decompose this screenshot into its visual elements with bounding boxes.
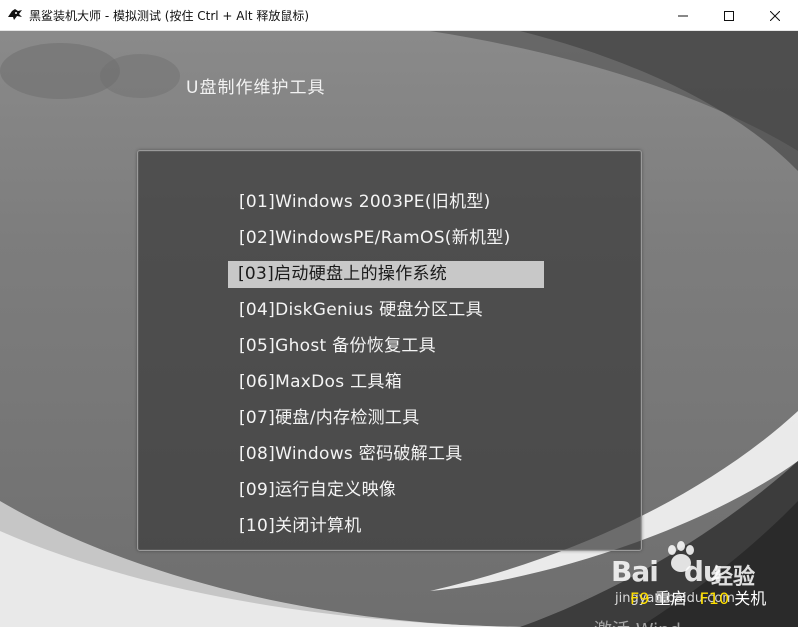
vm-window: 黑鲨装机大师 - 模拟测试 (按住 Ctrl + Alt 释放鼠标) U盘制作维… [0, 0, 798, 627]
boot-menu-item[interactable]: [05]Ghost 备份恢复工具 [229, 333, 545, 360]
boot-menu-item[interactable]: [01]Windows 2003PE(旧机型) [229, 189, 545, 216]
boot-menu-item[interactable]: [03]启动硬盘上的操作系统 [228, 261, 544, 288]
boot-menu-item[interactable]: [08]Windows 密码破解工具 [229, 441, 545, 468]
boot-menu-item[interactable]: [09]运行自定义映像 [229, 477, 545, 504]
boot-menu-item[interactable]: [04]DiskGenius 硬盘分区工具 [229, 297, 545, 324]
title-bar[interactable]: 黑鲨装机大师 - 模拟测试 (按住 Ctrl + Alt 释放鼠标) [0, 0, 798, 31]
minimize-button[interactable] [660, 0, 706, 31]
minimize-icon [678, 6, 688, 25]
boot-menu-item[interactable]: [06]MaxDos 工具箱 [229, 369, 545, 396]
hotkey-f9: F9 [630, 589, 650, 608]
close-button[interactable] [752, 0, 798, 31]
window-controls [660, 0, 798, 31]
footer-hotkeys: F9 重启 F10 关机 [630, 585, 766, 609]
activate-windows-text: 激活 Wind [594, 616, 681, 627]
tool-title: U盘制作维护工具 [186, 78, 326, 98]
boot-screen[interactable]: U盘制作维护工具 [01]Windows 2003PE(旧机型) [02]Wind… [0, 31, 798, 627]
hotkey-f9-action: 重启 [654, 589, 687, 608]
maximize-button[interactable] [706, 0, 752, 31]
window-title: 黑鲨装机大师 - 模拟测试 (按住 Ctrl + Alt 释放鼠标) [29, 8, 310, 23]
boot-menu-item[interactable]: [10]关闭计算机 [229, 513, 545, 540]
maximize-icon [724, 6, 734, 25]
boot-menu-item[interactable]: [02]WindowsPE/RamOS(新机型) [229, 225, 545, 252]
boot-menu-item[interactable]: [07]硬盘/内存检测工具 [229, 405, 545, 432]
black-shark-logo-icon [7, 7, 23, 23]
boot-menu-panel: [01]Windows 2003PE(旧机型) [02]WindowsPE/Ram… [137, 150, 642, 551]
close-icon [769, 6, 781, 25]
hotkey-f10: F10 [699, 589, 730, 608]
hotkey-f10-action: 关机 [734, 589, 767, 608]
